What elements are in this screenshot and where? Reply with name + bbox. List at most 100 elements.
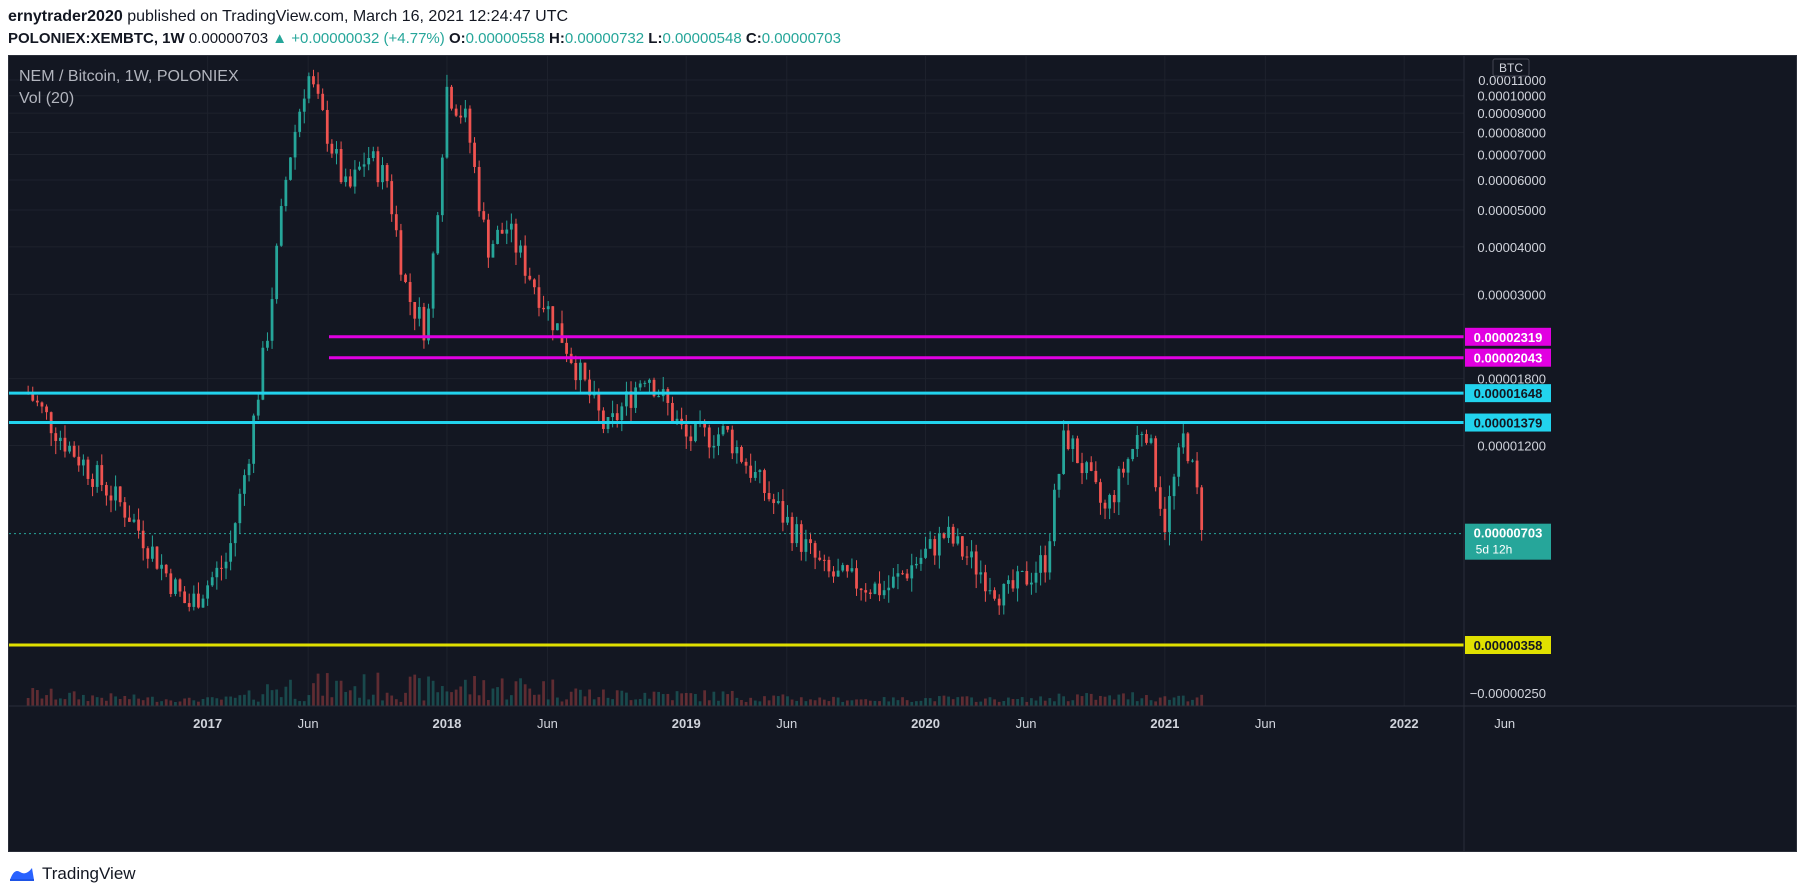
volume-bar <box>776 696 780 706</box>
volume-bar <box>91 695 94 706</box>
chart-panel[interactable]: 0.00002319 0.00002043 0.00001648 0.00001379… <box>8 55 1797 852</box>
candle-body <box>914 563 918 566</box>
volume-bar <box>312 683 315 706</box>
candle-body <box>293 131 297 158</box>
volume-bar <box>215 698 219 706</box>
candle-body <box>436 215 440 254</box>
candle-body <box>666 389 670 403</box>
volume-bar <box>1145 695 1148 706</box>
volume-bar <box>850 700 854 706</box>
volume-bar <box>321 695 325 706</box>
candle-body <box>1016 571 1019 589</box>
candle-body <box>298 111 302 132</box>
candle-body <box>1108 495 1112 509</box>
volume-bar <box>210 697 214 706</box>
volume-bar <box>1080 696 1084 706</box>
candle-body <box>937 533 941 556</box>
candle-body <box>615 413 619 421</box>
candle-body <box>68 445 71 452</box>
volume-bar <box>1154 701 1158 706</box>
candle-body <box>256 399 260 416</box>
candle-body <box>560 323 564 343</box>
candle-body <box>597 392 601 411</box>
candle-body <box>1030 582 1033 585</box>
candle-body <box>749 465 753 478</box>
candle-body <box>689 436 693 442</box>
volume-bar <box>100 697 104 706</box>
volume-bar <box>275 689 279 706</box>
volume-bar <box>666 693 670 706</box>
candle-body <box>123 502 127 518</box>
candle-body <box>496 229 499 244</box>
candle-body <box>1195 460 1199 488</box>
volume-bar <box>712 691 716 706</box>
candle-body <box>891 576 895 588</box>
volume-bar <box>413 674 417 706</box>
volume-bar <box>86 701 90 706</box>
candle-body <box>164 564 168 574</box>
candle-body <box>868 592 872 594</box>
volume-bar <box>643 692 647 706</box>
candle-body <box>454 108 458 116</box>
candle-body <box>845 565 849 572</box>
price-chart[interactable]: 0.00002319 0.00002043 0.00001648 0.00001379… <box>9 56 1796 851</box>
volume-bar <box>845 700 849 706</box>
volume-bar <box>928 698 932 706</box>
candle-body <box>91 478 94 487</box>
volume-bar <box>891 697 895 706</box>
volume-bar <box>261 694 265 706</box>
volume-bar <box>486 699 490 706</box>
volume-bar <box>376 672 380 706</box>
candle-body <box>546 306 550 310</box>
candle-body <box>712 445 716 448</box>
brand-name[interactable]: TradingView <box>42 864 136 884</box>
volume-bar <box>1034 700 1038 706</box>
volume-bar <box>974 701 978 706</box>
volume-bar <box>937 696 941 706</box>
candle-body <box>1154 438 1158 488</box>
tradingview-logo-icon[interactable] <box>8 864 36 884</box>
candle-body <box>528 275 532 280</box>
volume-bar <box>123 695 127 706</box>
candle-body <box>514 223 518 253</box>
volume-bar <box>293 698 297 706</box>
volume-bar <box>514 681 518 706</box>
candle-body <box>390 181 394 215</box>
volume-bar <box>1158 697 1162 706</box>
candle-body <box>1039 555 1042 573</box>
close-value: 0.00000703 <box>761 30 841 47</box>
y-tick-label: 0.00011000 <box>1478 73 1546 88</box>
candle-body <box>1103 502 1107 509</box>
level-price-label: 0.00002319 <box>1474 330 1543 345</box>
volume-bar <box>615 690 619 706</box>
x-tick-label: 2022 <box>1390 716 1419 731</box>
candle-body <box>1002 583 1006 606</box>
y-tick-label: 0.00001200 <box>1477 438 1546 453</box>
author-name[interactable]: ernytrader2020 <box>8 8 123 25</box>
candle-body <box>1080 463 1084 474</box>
volume-bar <box>1126 699 1130 706</box>
volume-bar <box>316 673 320 706</box>
volume-bar <box>657 691 661 706</box>
volume-bar <box>703 690 707 706</box>
candle-body <box>965 556 969 558</box>
candle-body <box>1043 555 1047 573</box>
candle-body <box>362 164 366 167</box>
volume-bar <box>1163 696 1167 706</box>
volume-bar <box>625 692 628 706</box>
candle-body <box>532 279 536 288</box>
volume-bar <box>252 699 256 706</box>
volume-bar <box>233 697 237 706</box>
candle-body <box>730 429 734 454</box>
volume-bar <box>339 680 343 706</box>
candle-body <box>997 598 1001 606</box>
volume-bar <box>993 699 996 706</box>
volume-bar <box>914 701 918 706</box>
x-tick-label: 2017 <box>193 716 222 731</box>
candle-body <box>1131 448 1135 460</box>
volume-bar <box>597 697 601 706</box>
volume-indicator-label[interactable]: Vol (20) <box>19 88 239 110</box>
candle-body <box>146 548 150 559</box>
candle-body <box>353 169 357 187</box>
candle-body <box>878 583 881 596</box>
